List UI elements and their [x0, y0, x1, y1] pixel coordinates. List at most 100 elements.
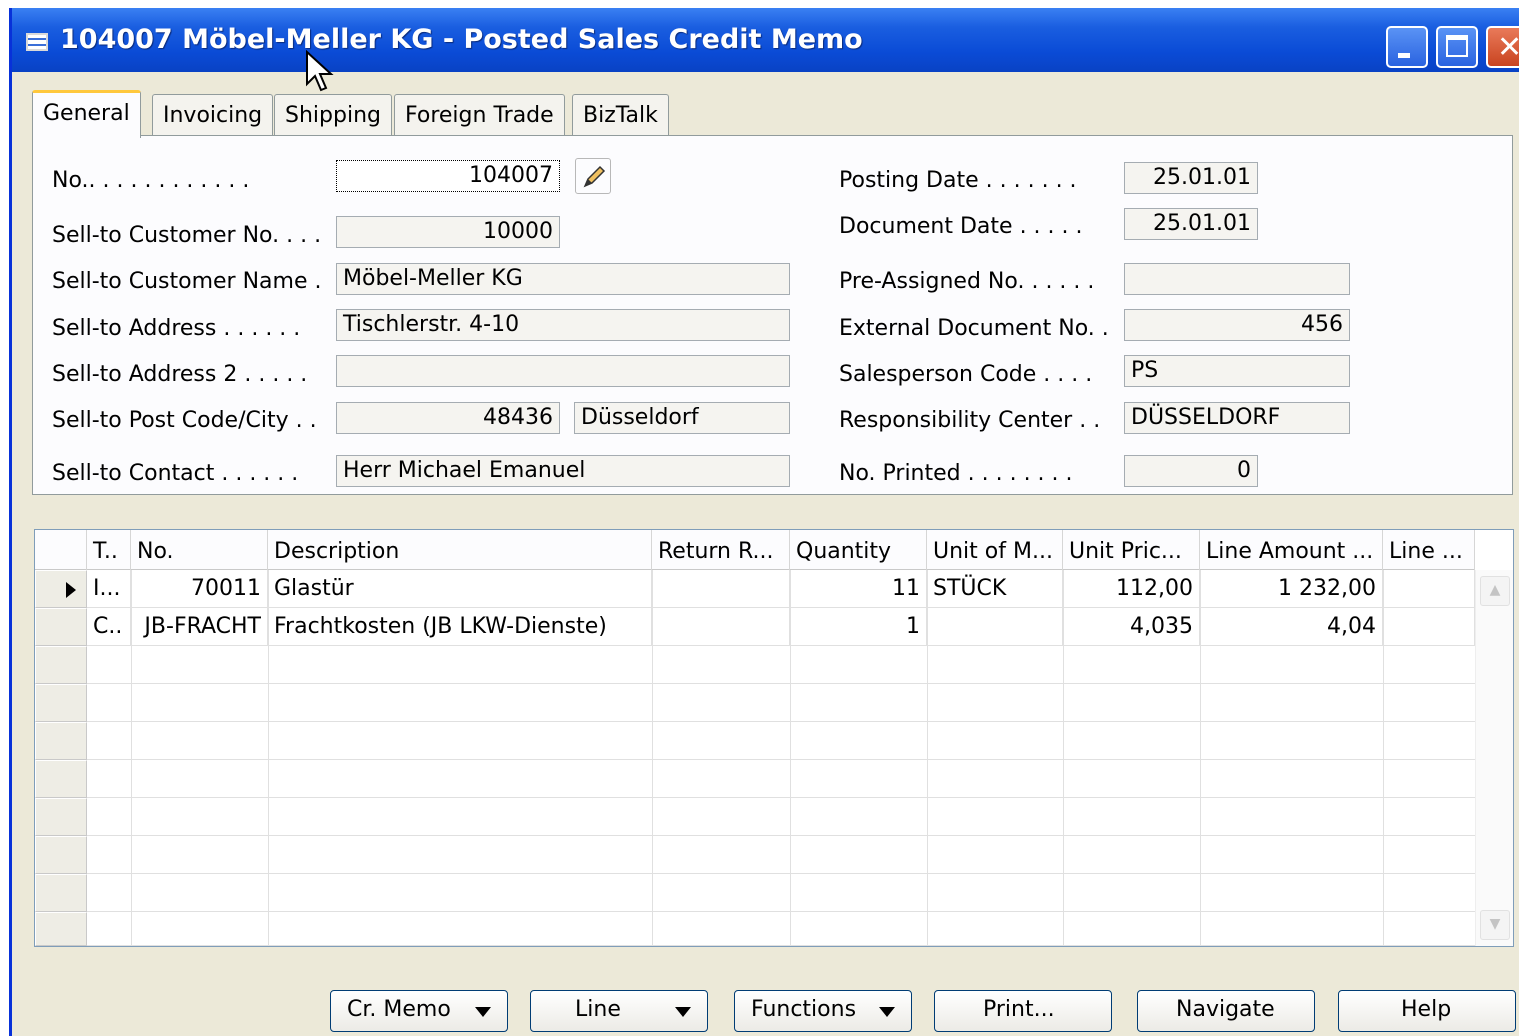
sell-to-contact-field[interactable]: Herr Michael Emanuel	[336, 455, 790, 487]
cell-unit-of-measure[interactable]: STÜCK	[927, 570, 1063, 608]
sell-to-post-code-field[interactable]: 48436	[336, 402, 560, 434]
cr-memo-button-label: Cr. Memo	[347, 997, 451, 1022]
document-date-field[interactable]: 25.01.01	[1124, 208, 1258, 240]
column-header-line-amount[interactable]: Line Amount ...	[1200, 530, 1383, 570]
sell-to-city-field[interactable]: Düsseldorf	[574, 402, 790, 434]
sell-to-customer-no-field[interactable]: 10000	[336, 216, 560, 248]
row-selector[interactable]	[35, 836, 87, 874]
external-document-no-field[interactable]: 456	[1124, 309, 1350, 341]
empty-row[interactable]	[87, 684, 1475, 722]
cell-return-reason[interactable]	[652, 570, 790, 608]
column-divider	[268, 570, 269, 946]
empty-row[interactable]	[87, 760, 1475, 798]
row-selector[interactable]	[35, 760, 87, 798]
cell-unit-price[interactable]: 4,035	[1063, 608, 1200, 646]
cell-unit-of-measure[interactable]	[927, 608, 1063, 646]
cell-unit-price[interactable]: 112,00	[1063, 570, 1200, 608]
cell-type[interactable]: I...	[87, 570, 131, 608]
leader-dots: . . . .	[1043, 362, 1093, 387]
edit-pencil-button[interactable]	[575, 158, 611, 194]
line-menu-button[interactable]: Line	[530, 990, 708, 1032]
empty-row[interactable]	[87, 798, 1475, 836]
cr-memo-menu-button[interactable]: Cr. Memo	[330, 990, 508, 1032]
scroll-up-button[interactable]: ▲	[1480, 576, 1510, 606]
sell-to-address-2-field[interactable]	[336, 355, 790, 387]
column-header-unit-of-measure[interactable]: Unit of M...	[927, 530, 1063, 570]
column-divider	[1383, 570, 1384, 946]
document-date-label: Document Date . . . . .	[839, 214, 1083, 239]
cell-type[interactable]: C..	[87, 608, 131, 646]
cell-return-reason[interactable]	[652, 608, 790, 646]
empty-row[interactable]	[87, 836, 1475, 874]
leader-dots: . . . . . .	[221, 461, 299, 486]
row-selector[interactable]	[35, 722, 87, 760]
responsibility-center-field[interactable]: DÜSSELDORF	[1124, 402, 1350, 434]
empty-row[interactable]	[87, 912, 1475, 946]
external-document-no-label: External Document No. .	[839, 316, 1109, 341]
sell-to-address-2-label: Sell-to Address 2 . . . . .	[52, 362, 308, 387]
minimize-button[interactable]	[1386, 26, 1428, 68]
salesperson-code-field[interactable]: PS	[1124, 355, 1350, 387]
row-selector[interactable]	[35, 646, 87, 684]
sell-to-customer-name-field[interactable]: Möbel-Meller KG	[336, 263, 790, 295]
tab-general[interactable]: General	[32, 90, 141, 138]
column-header-no[interactable]: No.	[131, 530, 268, 570]
row-selector[interactable]	[35, 608, 87, 646]
vertical-scrollbar[interactable]: ▲ ▼	[1475, 570, 1513, 946]
sales-lines-grid[interactable]: T.. No. Description Return R... Quantity…	[34, 529, 1514, 947]
no-label: No.. . . . . . . . . . . .	[52, 168, 250, 193]
column-header-return-reason[interactable]: Return R...	[652, 530, 790, 570]
posting-date-field[interactable]: 25.01.01	[1124, 162, 1258, 194]
cell-description[interactable]: Frachtkosten (JB LKW-Dienste)	[268, 608, 652, 646]
cell-quantity[interactable]: 11	[790, 570, 927, 608]
title-bar[interactable]: 104007 Möbel-Meller KG - Posted Sales Cr…	[12, 8, 1519, 72]
row-selector[interactable]	[35, 874, 87, 912]
row-selector[interactable]	[35, 912, 87, 946]
row-selector[interactable]	[35, 570, 87, 608]
navigate-button[interactable]: Navigate	[1137, 990, 1315, 1032]
cell-quantity[interactable]: 1	[790, 608, 927, 646]
no-printed-field[interactable]: 0	[1124, 455, 1258, 487]
table-row[interactable]: I... 70011 Glastür 11 STÜCK 112,00 1 232…	[87, 570, 1475, 608]
column-header-unit-price[interactable]: Unit Pric...	[1063, 530, 1200, 570]
empty-row[interactable]	[87, 874, 1475, 912]
column-header-line-extra[interactable]: Line ...	[1383, 530, 1475, 570]
sell-to-contact-label: Sell-to Contact . . . . . .	[52, 461, 299, 486]
functions-menu-button[interactable]: Functions	[734, 990, 912, 1032]
table-row[interactable]: C.. JB-FRACHT Frachtkosten (JB LKW-Diens…	[87, 608, 1475, 646]
close-button[interactable]: ✕	[1486, 26, 1519, 68]
cell-description[interactable]: Glastür	[268, 570, 652, 608]
column-header-description[interactable]: Description	[268, 530, 652, 570]
empty-row[interactable]	[87, 722, 1475, 760]
scroll-down-button[interactable]: ▼	[1480, 910, 1510, 940]
tab-foreign-trade[interactable]: Foreign Trade	[394, 94, 565, 136]
leader-dots: . .	[1079, 408, 1101, 433]
current-row-icon	[66, 582, 76, 598]
row-selector[interactable]	[35, 684, 87, 722]
cell-no[interactable]: 70011	[131, 570, 268, 608]
pre-assigned-no-field[interactable]	[1124, 263, 1350, 295]
tab-biztalk[interactable]: BizTalk	[572, 94, 669, 136]
tab-invoicing[interactable]: Invoicing	[152, 94, 274, 136]
cell-no[interactable]: JB-FRACHT	[131, 608, 268, 646]
column-header-quantity[interactable]: Quantity	[790, 530, 927, 570]
sell-to-address-field[interactable]: Tischlerstr. 4-10	[336, 309, 790, 341]
leader-dots: . . . . .	[1031, 269, 1095, 294]
column-divider	[1200, 570, 1201, 946]
leader-dots: . . . . . . . . . . . .	[88, 168, 250, 193]
form-icon	[26, 33, 48, 51]
column-header-type[interactable]: T..	[87, 530, 131, 570]
empty-row[interactable]	[87, 646, 1475, 684]
tab-shipping[interactable]: Shipping	[274, 94, 392, 136]
cell-line-amount[interactable]: 4,04	[1200, 608, 1383, 646]
row-selector[interactable]	[35, 798, 87, 836]
no-field[interactable]: 104007	[336, 160, 560, 192]
help-button-label: Help	[1401, 997, 1452, 1022]
cell-line-extra[interactable]	[1383, 608, 1475, 646]
cell-line-amount[interactable]: 1 232,00	[1200, 570, 1383, 608]
maximize-button[interactable]	[1436, 26, 1478, 68]
navigate-button-label: Navigate	[1176, 997, 1275, 1022]
help-button[interactable]: Help	[1338, 990, 1516, 1032]
cell-line-extra[interactable]	[1383, 570, 1475, 608]
print-button[interactable]: Print...	[934, 990, 1112, 1032]
